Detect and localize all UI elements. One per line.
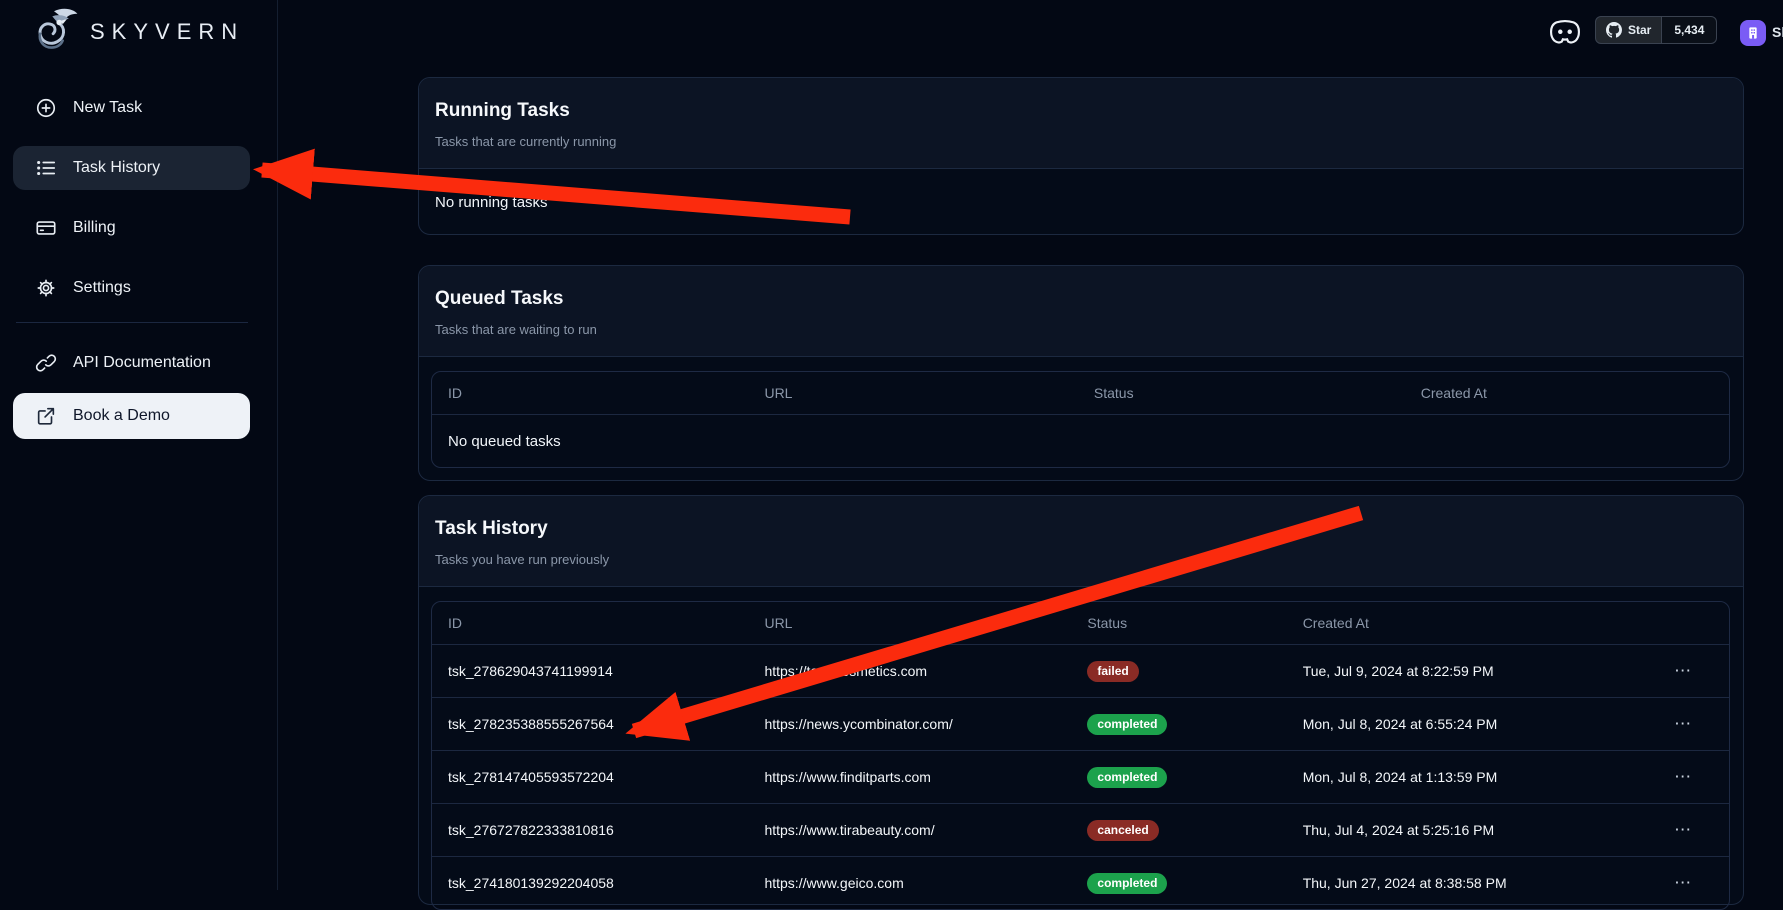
task-id-cell: tsk_276727822333810816 [432, 822, 748, 838]
column-header-status: Status [1071, 615, 1286, 631]
table-row[interactable]: tsk_278629043741199914https://tartecosme… [432, 644, 1729, 697]
sidebar-item-api-documentation[interactable]: API Documentation [13, 341, 250, 385]
row-actions-button[interactable]: ⋯ [1638, 873, 1729, 893]
task-history-header: Task History Tasks you have run previous… [419, 496, 1743, 587]
task-id-cell: tsk_278147405593572204 [432, 769, 748, 785]
plus-circle-icon [35, 97, 57, 119]
task-history-subtitle: Tasks you have run previously [435, 552, 1727, 568]
column-header-created-at: Created At [1405, 385, 1729, 401]
queued-tasks-empty-message: No queued tasks [432, 414, 1729, 467]
task-created-at-cell: Mon, Jul 8, 2024 at 6:55:24 PM [1287, 716, 1638, 732]
table-row[interactable]: tsk_274180139292204058https://www.geico.… [432, 856, 1729, 909]
row-actions-button[interactable]: ⋯ [1638, 714, 1729, 734]
sidebar-item-settings[interactable]: Settings [13, 266, 250, 310]
task-history-card: Task History Tasks you have run previous… [418, 495, 1744, 905]
task-history-title: Task History [435, 518, 1727, 540]
credit-card-icon [35, 217, 57, 239]
task-status-cell: failed [1071, 661, 1286, 682]
sidebar-item-label: Settings [73, 279, 131, 297]
sidebar-item-label: New Task [73, 99, 142, 117]
task-created-at-cell: Thu, Jun 27, 2024 at 8:38:58 PM [1287, 875, 1638, 891]
task-url-cell: https://www.tirabeauty.com/ [748, 822, 1071, 838]
column-header-id: ID [432, 385, 748, 401]
column-header-url: URL [748, 385, 1077, 401]
task-status-cell: completed [1071, 714, 1286, 735]
sidebar-nav-main: New Task Task History Billing Settings [13, 86, 250, 326]
running-tasks-header: Running Tasks Tasks that are currently r… [419, 78, 1743, 169]
dragon-logo-icon [28, 6, 80, 58]
task-url-cell: https://www.finditparts.com [748, 769, 1071, 785]
brand-logo[interactable]: SKYVERN [28, 6, 244, 58]
row-actions-button[interactable]: ⋯ [1638, 767, 1729, 787]
running-tasks-card: Running Tasks Tasks that are currently r… [418, 77, 1744, 235]
table-row[interactable]: tsk_278235388555267564https://news.ycomb… [432, 697, 1729, 750]
sidebar-item-task-history[interactable]: Task History [13, 146, 250, 190]
task-created-at-cell: Thu, Jul 4, 2024 at 5:25:16 PM [1287, 822, 1638, 838]
task-status-cell: canceled [1071, 820, 1286, 841]
github-icon [1606, 22, 1622, 38]
sidebar-item-new-task[interactable]: New Task [13, 86, 250, 130]
list-icon [35, 157, 57, 179]
task-url-cell: https://www.geico.com [748, 875, 1071, 891]
queued-tasks-header: Queued Tasks Tasks that are waiting to r… [419, 266, 1743, 357]
sidebar-item-label: Task History [73, 159, 160, 177]
table-row[interactable]: tsk_276727822333810816https://www.tirabe… [432, 803, 1729, 856]
queued-tasks-card: Queued Tasks Tasks that are waiting to r… [418, 265, 1744, 481]
user-avatar[interactable] [1740, 20, 1766, 46]
column-header-status: Status [1078, 385, 1405, 401]
task-id-cell: tsk_278235388555267564 [432, 716, 748, 732]
task-url-cell: https://news.ycombinator.com/ [748, 716, 1071, 732]
sidebar-item-label: Billing [73, 219, 116, 237]
status-badge: completed [1087, 767, 1167, 788]
task-id-cell: tsk_274180139292204058 [432, 875, 748, 891]
sidebar-item-label: Book a Demo [73, 407, 170, 425]
queued-tasks-subtitle: Tasks that are waiting to run [435, 322, 1727, 338]
external-link-icon [35, 405, 57, 427]
sidebar-nav-secondary: API Documentation Book a Demo [13, 341, 250, 447]
table-row[interactable]: tsk_278147405593572204https://www.findit… [432, 750, 1729, 803]
user-name-clipped[interactable]: Sk [1772, 24, 1783, 40]
status-badge: completed [1087, 714, 1167, 735]
task-url-cell: https://tartecosmetics.com [748, 663, 1071, 679]
github-star-count[interactable]: 5,434 [1662, 16, 1717, 44]
task-id-cell: tsk_278629043741199914 [432, 663, 748, 679]
skyvern-app: { "brand": { "name": "SKYVERN" }, "sideb… [0, 0, 1783, 890]
github-star-button[interactable]: Star [1595, 16, 1662, 44]
link-icon [35, 352, 57, 374]
queued-table-header-row: IDURLStatusCreated At [432, 372, 1729, 414]
sidebar-divider [16, 322, 248, 323]
column-header-id: ID [432, 615, 748, 631]
status-badge: completed [1087, 873, 1167, 894]
task-status-cell: completed [1071, 767, 1286, 788]
sidebar-item-label: API Documentation [73, 354, 211, 372]
sidebar: SKYVERN New Task Task History Billing Setti… [0, 0, 278, 890]
github-star-label: Star [1628, 23, 1651, 37]
status-badge: canceled [1087, 820, 1158, 841]
sidebar-item-book-a-demo[interactable]: Book a Demo [13, 393, 250, 439]
task-created-at-cell: Mon, Jul 8, 2024 at 1:13:59 PM [1287, 769, 1638, 785]
sidebar-item-billing[interactable]: Billing [13, 206, 250, 250]
row-actions-button[interactable]: ⋯ [1638, 661, 1729, 681]
task-created-at-cell: Tue, Jul 9, 2024 at 8:22:59 PM [1287, 663, 1638, 679]
history-table-header-row: IDURLStatusCreated At [432, 602, 1729, 644]
brand-name: SKYVERN [90, 19, 244, 45]
column-header-created-at: Created At [1287, 615, 1638, 631]
row-actions-button[interactable]: ⋯ [1638, 820, 1729, 840]
running-tasks-empty-message: No running tasks [419, 169, 1743, 235]
history-table-body: tsk_278629043741199914https://tartecosme… [432, 644, 1729, 909]
status-badge: failed [1087, 661, 1138, 682]
building-icon [1745, 25, 1761, 41]
task-history-table: IDURLStatusCreated At tsk_27862904374119… [431, 601, 1730, 910]
running-tasks-title: Running Tasks [435, 100, 1727, 122]
github-star-widget[interactable]: Star 5,434 [1595, 16, 1717, 44]
task-status-cell: completed [1071, 873, 1286, 894]
queued-tasks-title: Queued Tasks [435, 288, 1727, 310]
gear-icon [35, 277, 57, 299]
queued-tasks-table: IDURLStatusCreated At No queued tasks [431, 371, 1730, 468]
column-header-url: URL [748, 615, 1071, 631]
running-tasks-subtitle: Tasks that are currently running [435, 134, 1727, 150]
discord-icon[interactable] [1550, 19, 1580, 45]
